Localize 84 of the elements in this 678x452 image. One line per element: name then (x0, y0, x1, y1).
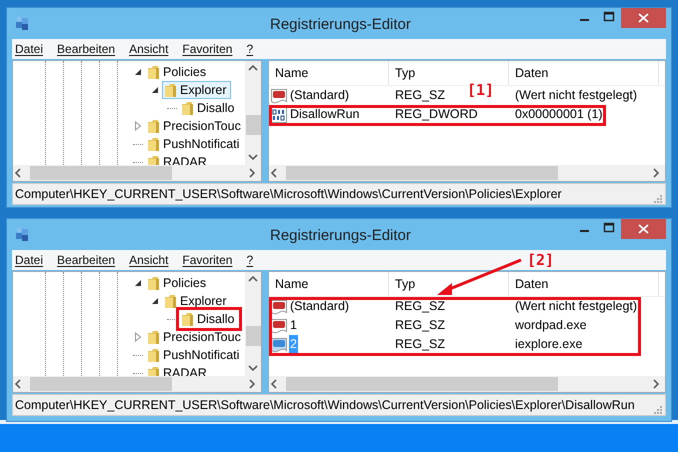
window-title: Registrierungs-Editor (270, 15, 411, 35)
status-path: Computer\HKEY_CURRENT_USER\Software\Microsoft\Windows\CurrentVersion\Policies\Explorer\DisallowRun (15, 396, 635, 414)
folder-icon (147, 366, 160, 376)
scrollbar-thumb[interactable] (246, 115, 260, 135)
value-type: REG_SZ (395, 337, 446, 352)
callout-label: [2] (527, 250, 554, 271)
registry-app-icon (15, 227, 29, 242)
expanded-arrow-icon[interactable] (133, 67, 143, 77)
value-name[interactable]: (Standard) (289, 297, 350, 316)
column-header[interactable]: Name (269, 272, 389, 296)
value-type: REG_DWORD (395, 107, 478, 122)
folder-icon (164, 294, 177, 308)
collapsed-arrow-icon[interactable] (133, 332, 143, 342)
tree-item[interactable]: PushNotificati (145, 135, 244, 153)
folder-icon (147, 136, 160, 152)
menu-item[interactable]: ? (246, 40, 254, 58)
string-value-icon (271, 318, 287, 334)
scrollbar-thumb[interactable] (246, 326, 260, 346)
tree-item[interactable]: PrecisionTouc (145, 328, 245, 346)
folder-icon (147, 330, 160, 344)
vertical-scrollbar[interactable] (245, 61, 261, 165)
value-data: wordpad.exe (514, 317, 587, 334)
resize-grip-icon[interactable] (652, 404, 663, 415)
tree-item[interactable]: Disallo (179, 310, 239, 328)
tree-item[interactable]: Explorer (162, 81, 231, 99)
horizontal-scrollbar[interactable] (13, 165, 261, 181)
tree-item[interactable]: Policies (145, 63, 210, 81)
column-header[interactable]: Daten (509, 272, 659, 296)
scrollbar-thumb[interactable] (30, 377, 172, 391)
status-path: Computer\HKEY_CURRENT_USER\Software\Microsoft\Windows\CurrentVersion\Policies\Explorer (15, 186, 562, 203)
tree-item[interactable]: PrecisionTouc (145, 117, 245, 135)
horizontal-scrollbar[interactable] (269, 376, 665, 392)
resize-grip-icon[interactable] (652, 193, 663, 204)
menu-item[interactable]: Bearbeiten (57, 40, 116, 58)
tree-item[interactable]: Disallo (179, 99, 239, 117)
expanded-arrow-icon[interactable] (150, 296, 160, 306)
folder-icon (181, 100, 194, 116)
folder-icon (147, 64, 160, 80)
scrollbar-thumb[interactable] (30, 166, 172, 180)
folder-icon (164, 82, 177, 98)
column-header[interactable]: Daten (509, 61, 659, 85)
folder-icon (147, 118, 160, 134)
column-header[interactable]: Name (269, 61, 389, 85)
menu-item[interactable]: ? (246, 251, 254, 269)
value-data: (Wert nicht festgelegt) (514, 87, 638, 104)
menu-item[interactable]: Ansicht (129, 40, 168, 58)
horizontal-scrollbar[interactable] (13, 376, 261, 392)
tree-item[interactable]: Explorer (162, 292, 231, 310)
window-title: Registrierungs-Editor (270, 226, 411, 246)
value-name[interactable]: (Standard) (289, 86, 350, 105)
value-name[interactable]: DisallowRun (289, 105, 360, 124)
close-button[interactable] (621, 219, 666, 239)
horizontal-scrollbar[interactable] (269, 165, 665, 181)
scrollbar-thumb[interactable] (286, 166, 558, 180)
menu-item[interactable]: Favoriten (182, 251, 232, 269)
value-data: 0x00000001 (1) (514, 106, 603, 124)
value-type: REG_SZ (395, 318, 446, 332)
folder-icon (147, 154, 160, 165)
value-data: iexplore.exe (514, 336, 582, 354)
menu-item[interactable]: Favoriten (182, 40, 232, 58)
vertical-scrollbar[interactable] (245, 272, 261, 376)
folder-icon (147, 348, 160, 362)
string-value-icon (271, 336, 287, 352)
tree-item[interactable]: PushNotificati (145, 346, 244, 364)
collapsed-arrow-icon[interactable] (133, 121, 143, 131)
scrollbar-thumb[interactable] (286, 377, 558, 391)
string-value-icon (271, 298, 287, 314)
column-header[interactable]: Typ (389, 61, 509, 85)
menu-item[interactable]: Datei (15, 251, 44, 269)
value-type: REG_SZ (395, 299, 446, 314)
menu-item[interactable]: Ansicht (129, 251, 168, 269)
tree-item[interactable]: Policies (145, 274, 210, 292)
value-data: (Wert nicht festgelegt) (514, 298, 638, 316)
value-type: REG_SZ (395, 88, 446, 102)
menu-item[interactable]: Datei (15, 40, 44, 58)
expanded-arrow-icon[interactable] (150, 85, 160, 95)
registry-app-icon (15, 16, 29, 31)
close-button[interactable] (621, 8, 666, 28)
folder-icon (147, 276, 160, 290)
folder-icon (181, 312, 194, 326)
menu-item[interactable]: Bearbeiten (57, 251, 116, 269)
expanded-arrow-icon[interactable] (133, 278, 143, 288)
value-name[interactable]: 1 (289, 316, 298, 335)
string-value-icon (271, 88, 287, 104)
